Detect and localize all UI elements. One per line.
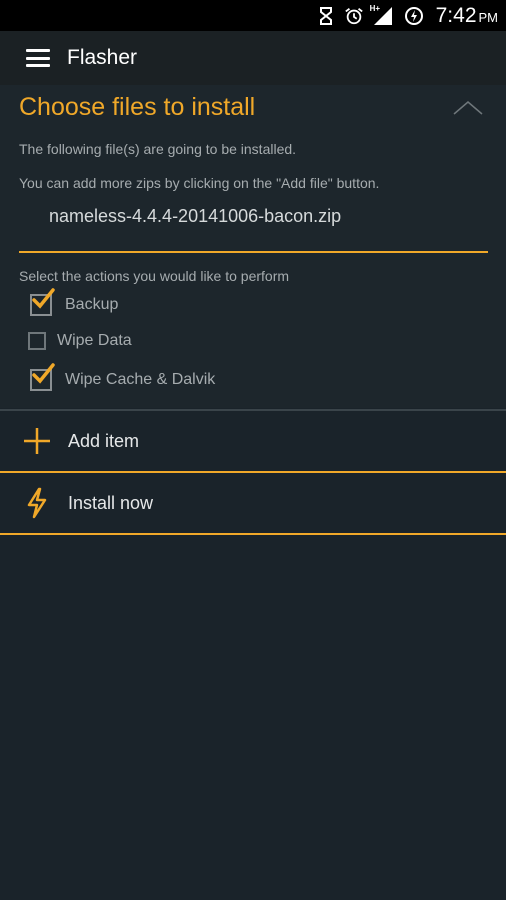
sync-icon (316, 6, 336, 26)
description-files: The following file(s) are going to be in… (19, 141, 297, 157)
plus-icon (21, 425, 53, 457)
checkbox-label-wipe-data: Wipe Data (57, 332, 132, 349)
add-item-label: Add item (68, 430, 140, 451)
alarm-icon (344, 6, 364, 26)
checkbox-label-backup: Backup (65, 296, 119, 313)
checkbox-unchecked-icon[interactable] (28, 332, 46, 350)
actions-label: Select the actions you would like to per… (19, 268, 290, 284)
signal-hplus-icon: H+ (369, 3, 396, 26)
app-bar: Flasher (0, 31, 506, 85)
status-bar: H+ 7:42 PM (0, 0, 506, 31)
install-files-card: Choose files to install (0, 85, 506, 408)
section-title: Choose files to install (19, 93, 256, 121)
battery-charging-icon (404, 6, 424, 26)
clock: 7:42 PM (436, 4, 498, 28)
install-divider (0, 533, 506, 535)
hamburger-menu-icon[interactable] (26, 49, 50, 67)
checkbox-checked-icon[interactable] (30, 363, 55, 391)
network-label: H+ (369, 3, 381, 13)
checkbox-wipe-cache[interactable]: Wipe Cache & Dalvik (30, 363, 216, 391)
install-now-label: Install now (68, 492, 154, 513)
checkbox-label-wipe-cache: Wipe Cache & Dalvik (65, 371, 216, 388)
checkbox-checked-icon[interactable] (30, 288, 55, 316)
file-list-item: nameless-4.4.4-20141006-bacon.zip (49, 206, 342, 226)
clock-ampm: PM (478, 9, 499, 25)
clock-time: 7:42 (435, 3, 477, 27)
checkbox-wipe-data[interactable]: Wipe Data (28, 332, 132, 350)
chevron-up-icon[interactable] (450, 96, 486, 120)
add-item-button[interactable]: Add item (0, 411, 506, 471)
checkbox-backup[interactable]: Backup (30, 288, 119, 316)
lightning-icon (21, 487, 53, 519)
app-title: Flasher (67, 46, 138, 69)
install-now-button[interactable]: Install now (0, 473, 506, 533)
description-add-zips: You can add more zips by clicking on the… (19, 175, 380, 191)
file-divider (19, 251, 488, 253)
